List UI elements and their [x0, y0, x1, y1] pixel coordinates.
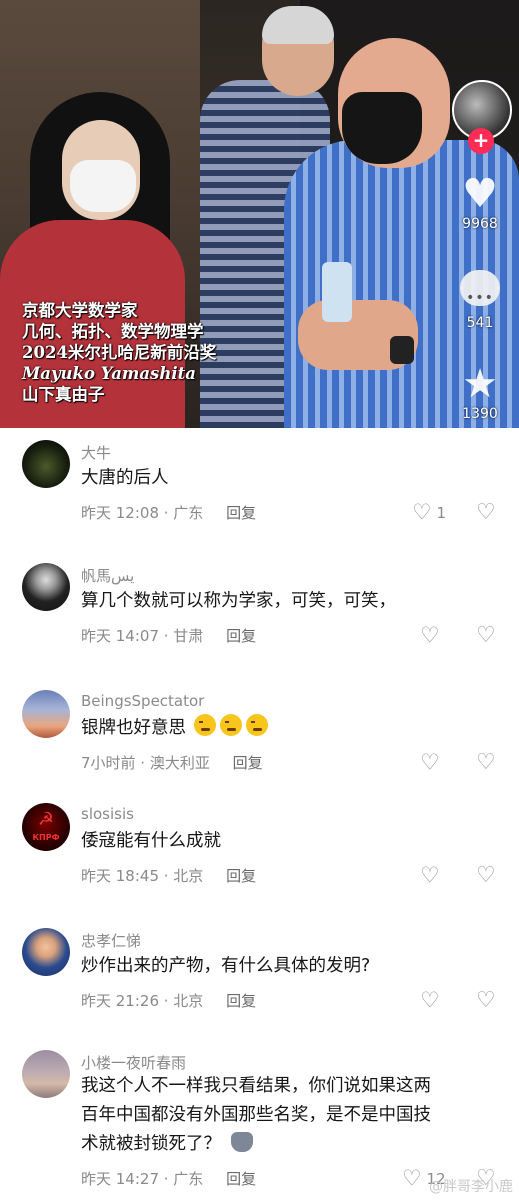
favorite-count: 1390 [462, 406, 498, 422]
comment-time-location: 昨天 14:27 · 广东 [81, 1170, 204, 1188]
like-count: 9968 [462, 216, 498, 232]
comment-text-content: 银牌也好意思 [81, 718, 186, 738]
comment-text: 银牌也好意思 [81, 714, 272, 743]
comment-text-line: 术就被封锁死了？ [81, 1130, 253, 1159]
reply-button[interactable]: 回复 [226, 627, 256, 645]
comment-meta: 昨天 14:27 · 广东 回复 [81, 1168, 256, 1189]
video-caption: 京都大学数学家 几何、拓扑、数学物理学 2024米尔扎哈尼新前沿奖 Mayuko… [22, 300, 216, 405]
heart-icon: ♥ [462, 171, 498, 217]
hammer-sickle-icon: ☭ [37, 809, 55, 830]
avatar[interactable] [22, 440, 70, 488]
comment-text: 倭寇能有什么成就 [81, 831, 221, 851]
wrist-watch [390, 336, 414, 364]
comment-time-location: 昨天 21:26 · 北京 [81, 992, 204, 1010]
dislike-icon[interactable]: ♡ [476, 752, 496, 774]
comment-text: 大唐的后人 [81, 468, 169, 488]
comment-username[interactable]: BeingsSpectator [81, 692, 204, 710]
comment-time-location: 7小时前 · 澳大利亚 [81, 754, 210, 772]
avatar[interactable] [22, 1050, 70, 1098]
woman-mask [70, 160, 136, 212]
avatar[interactable] [22, 928, 70, 976]
smirk-emoji-icon [193, 714, 216, 736]
water-bottle [322, 262, 352, 322]
comment-list: 大牛 大唐的后人 昨天 12:08 · 广东 回复 ♡ 1 ♡ 帆馬يس 算几个… [0, 428, 519, 1200]
watermark: @胖哥李小鹿 [429, 1179, 513, 1195]
caption-line: 2024米尔扎哈尼新前沿奖 [22, 343, 217, 362]
caption-line: 京都大学数学家 [22, 301, 138, 320]
dislike-icon[interactable]: ♡ [476, 990, 496, 1012]
reply-button[interactable]: 回复 [226, 992, 256, 1010]
man-black-mask [342, 92, 422, 164]
comment-text-line: 我这个人不一样我只看结果，你们说如果这两 [81, 1076, 431, 1096]
like-button[interactable]: ♡ 1 [412, 500, 447, 526]
favorite-button[interactable]: ★ 1390 [448, 362, 512, 422]
caption-line: 几何、拓扑、数学物理学 [22, 322, 204, 341]
cat-emoji-icon [230, 1132, 253, 1152]
star-icon: ★ [462, 361, 498, 407]
avatar-label: КПРФ [32, 833, 60, 842]
comment-meta: 昨天 12:08 · 广东 回复 [81, 502, 256, 523]
smirk-emoji-icon [245, 714, 268, 736]
like-count: 1 [436, 504, 447, 522]
comment-text: 算几个数就可以称为学家，可笑，可笑， [81, 591, 396, 611]
comment-username[interactable]: 忠孝仁悌 [81, 930, 141, 951]
comment-time-location: 昨天 18:45 · 北京 [81, 867, 204, 885]
comment-meta: 昨天 18:45 · 北京 回复 [81, 865, 256, 886]
comment-text-content: 术就被封锁死了？ [81, 1134, 221, 1154]
caption-line: Mayuko Yamashita [22, 364, 196, 383]
heart-outline-icon: ♡ [420, 863, 440, 889]
avatar[interactable]: КПРФ ☭ [22, 803, 70, 851]
comment-time-location: 昨天 14:07 · 甘肃 [81, 627, 204, 645]
comment-bubble-icon [460, 270, 500, 320]
comment-button[interactable]: 541 [448, 270, 512, 331]
like-button[interactable]: ♡ [420, 623, 440, 649]
reply-button[interactable]: 回复 [233, 754, 263, 772]
smirk-emoji-icon [219, 714, 242, 736]
caption-line: 山下真由子 [22, 385, 105, 404]
heart-outline-icon: ♡ [402, 1166, 422, 1192]
heart-outline-icon: ♡ [420, 623, 440, 649]
like-button[interactable]: ♡ [420, 988, 440, 1014]
comment-meta: 7小时前 · 澳大利亚 回复 [81, 752, 263, 773]
comment-time-location: 昨天 12:08 · 广东 [81, 504, 204, 522]
dislike-icon[interactable]: ♡ [476, 502, 496, 524]
dislike-icon[interactable]: ♡ [476, 865, 496, 887]
comment-username[interactable]: 小楼一夜听春雨 [81, 1052, 186, 1073]
comment-text-line: 百年中国都没有外国那些名奖，是不是中国技 [81, 1105, 431, 1125]
like-button[interactable]: ♡ [420, 863, 440, 889]
like-button[interactable]: ♥ 9968 [448, 172, 512, 232]
like-button[interactable]: ♡ [420, 750, 440, 776]
video-player[interactable]: 京都大学数学家 几何、拓扑、数学物理学 2024米尔扎哈尼新前沿奖 Mayuko… [0, 0, 519, 428]
dislike-icon[interactable]: ♡ [476, 625, 496, 647]
comment-text: 炒作出来的产物，有什么具体的发明? [81, 956, 371, 976]
heart-outline-icon: ♡ [420, 988, 440, 1014]
heart-outline-icon: ♡ [420, 750, 440, 776]
comment-username[interactable]: 大牛 [81, 442, 111, 463]
heart-outline-icon: ♡ [412, 500, 432, 526]
avatar[interactable] [22, 563, 70, 611]
avatar[interactable] [22, 690, 70, 738]
comment-meta: 昨天 14:07 · 甘肃 回复 [81, 625, 256, 646]
reply-button[interactable]: 回复 [226, 1170, 256, 1188]
comment-username[interactable]: slosisis [81, 805, 134, 823]
comment-meta: 昨天 21:26 · 北京 回复 [81, 990, 256, 1011]
comment-username[interactable]: 帆馬يس [81, 565, 134, 586]
reply-button[interactable]: 回复 [226, 867, 256, 885]
follow-button[interactable]: + [468, 128, 494, 154]
reply-button[interactable]: 回复 [226, 504, 256, 522]
